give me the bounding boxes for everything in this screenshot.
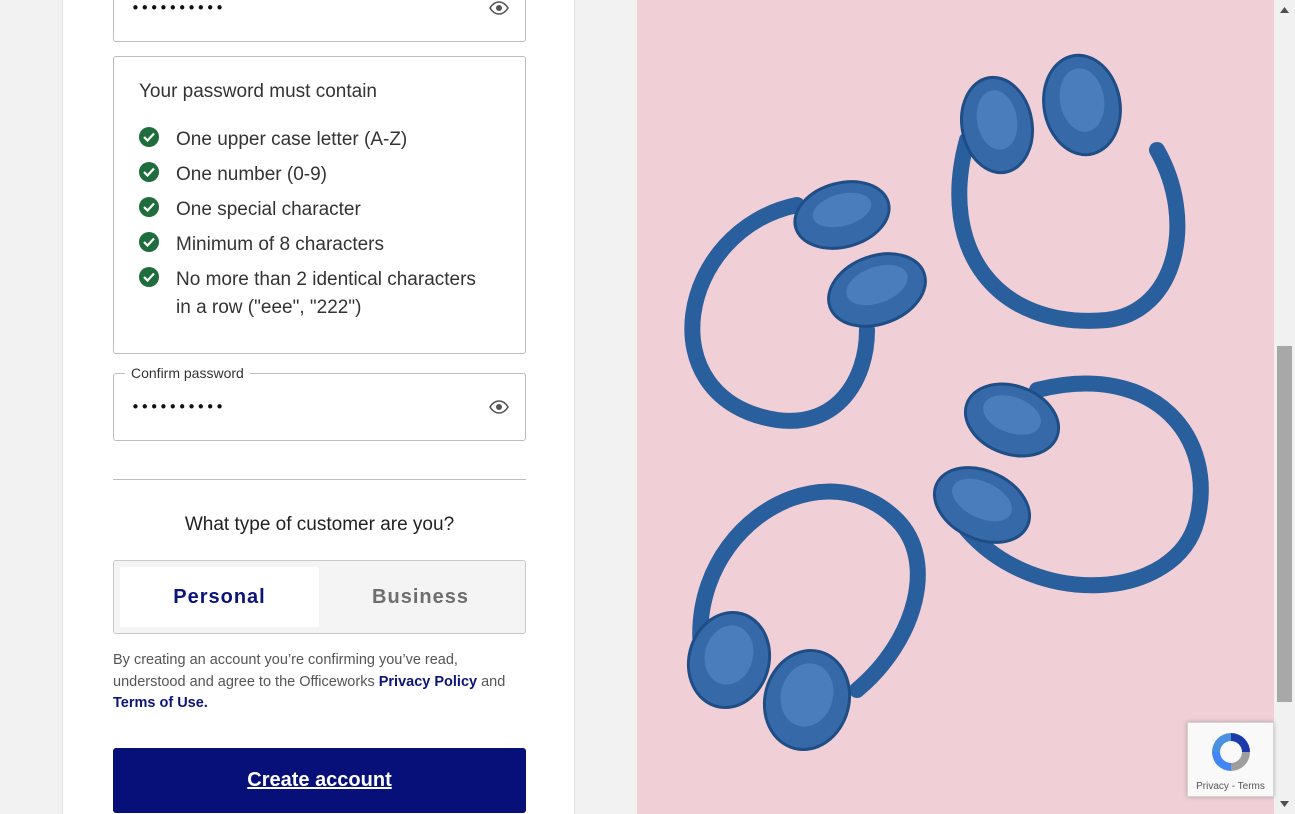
page-scrollbar[interactable] [1274,0,1295,814]
confirm-password-masked-value: •••••••••• [131,398,225,416]
requirement-item: One upper case letter (A-Z) [139,126,509,154]
registration-form-panel: •••••••••• Your password must contain On… [62,0,575,814]
recaptcha-separator: - [1228,781,1238,792]
requirement-label: One special character [176,199,361,220]
personal-option[interactable]: Personal [120,567,319,627]
requirement-item: No more than 2 identical characters in a… [139,266,509,322]
scroll-up-arrow-icon[interactable] [1274,0,1295,20]
recaptcha-privacy-link[interactable]: Privacy [1196,781,1229,792]
check-circle-icon [139,232,159,252]
terms-connector: and [477,673,506,690]
terms-of-use-link[interactable]: Terms of Use. [113,695,208,711]
check-circle-icon [139,162,159,182]
password-field[interactable]: •••••••••• [113,0,526,42]
requirement-item: One special character [139,196,509,224]
requirement-label: Minimum of 8 characters [176,234,385,255]
terms-notice: By creating an account you’re confirming… [113,650,533,715]
section-divider [113,479,526,480]
business-option[interactable]: Business [321,567,520,627]
check-circle-icon [139,267,159,287]
customer-type-question: What type of customer are you? [184,514,455,535]
eye-icon[interactable] [489,400,509,414]
password-masked-value: •••••••••• [131,0,225,17]
check-circle-icon [139,127,159,147]
scroll-down-arrow-icon[interactable] [1274,794,1295,814]
requirement-label: One upper case letter (A-Z) [176,129,408,150]
confirm-password-field[interactable]: Confirm password •••••••••• [113,365,526,441]
headphones-hero-image [637,0,1274,814]
requirement-item: One number (0-9) [139,161,509,189]
eye-icon[interactable] [489,1,509,15]
customer-type-toggle: Personal Business [113,560,526,634]
confirm-password-label: Confirm password [125,365,250,381]
password-requirements-box: Your password must contain One upper cas… [113,56,526,354]
recaptcha-logo-icon [1212,733,1250,771]
requirements-title: Your password must contain [139,81,377,102]
scrollbar-thumb[interactable] [1277,346,1292,702]
headphones-illustration [684,53,1209,752]
recaptcha-badge[interactable]: Privacy - Terms [1187,722,1274,797]
requirement-label: One number (0-9) [176,164,328,185]
requirement-item: Minimum of 8 characters [139,231,509,259]
check-circle-icon [139,197,159,217]
requirement-label-line2: in a row ("eee", "222") [176,297,362,318]
privacy-policy-link[interactable]: Privacy Policy [379,674,477,690]
recaptcha-terms-link[interactable]: Terms [1238,781,1265,792]
requirement-label-line1: No more than 2 identical characters [176,269,476,290]
create-account-label: Create account [247,769,392,791]
recaptcha-links: Privacy - Terms [1188,781,1273,792]
create-account-button[interactable]: Create account [113,748,526,813]
